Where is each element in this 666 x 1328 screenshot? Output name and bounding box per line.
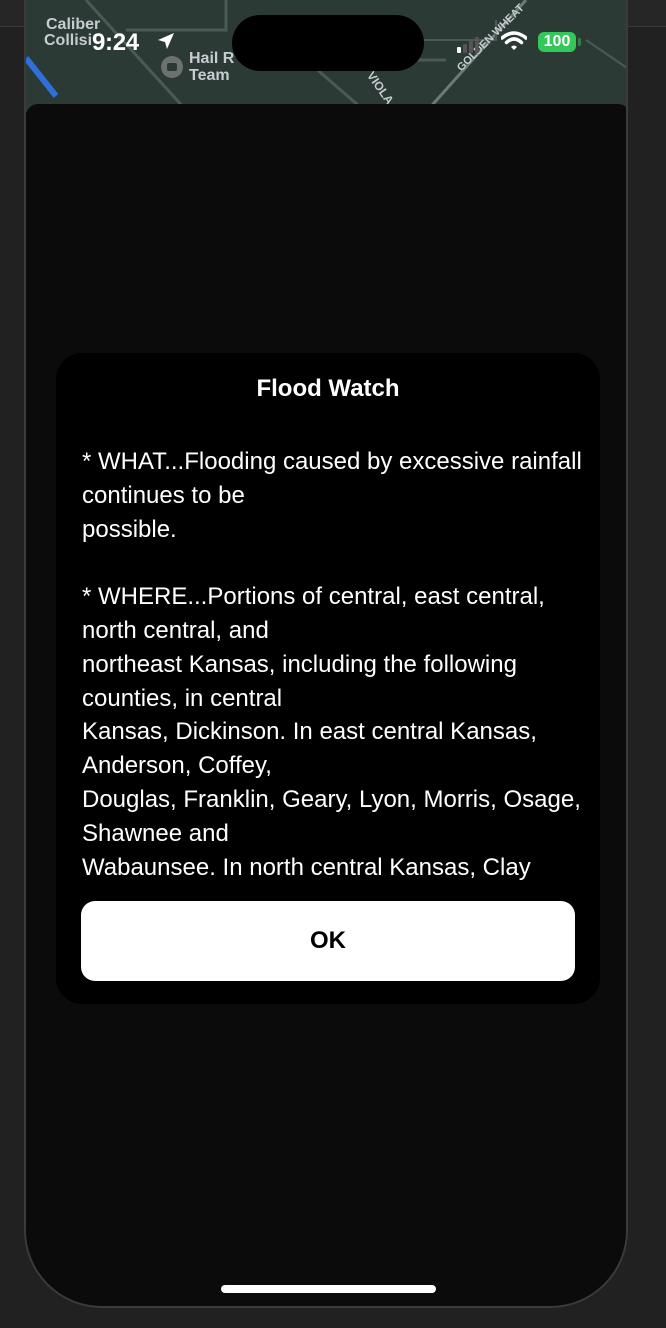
screenshot-frame: Caliber Collisi Hail R Team VIOLA GOLDEN… <box>0 0 666 1328</box>
dialog-title: Flood Watch <box>256 375 400 402</box>
wifi-icon <box>501 31 527 50</box>
flood-watch-dialog: Flood Watch * WHAT...Flooding caused by … <box>56 353 600 1004</box>
home-indicator[interactable] <box>221 1285 436 1293</box>
dynamic-island <box>232 15 424 71</box>
location-arrow-icon <box>158 33 174 49</box>
map-label-team[interactable]: Team <box>189 68 230 84</box>
phone-screen: Caliber Collisi Hail R Team VIOLA GOLDEN… <box>24 0 628 1308</box>
cellular-signal-icon <box>457 37 479 53</box>
ok-button[interactable]: OK <box>81 901 575 981</box>
map-label-collision[interactable]: Collisi <box>44 33 92 49</box>
battery-tip <box>578 38 581 46</box>
dialog-message[interactable]: * WHAT...Flooding caused by excessive ra… <box>82 445 582 885</box>
status-time: 9:24 <box>92 29 139 56</box>
map-label-hail[interactable]: Hail R <box>189 51 234 67</box>
battery-indicator: 100 <box>538 32 576 52</box>
